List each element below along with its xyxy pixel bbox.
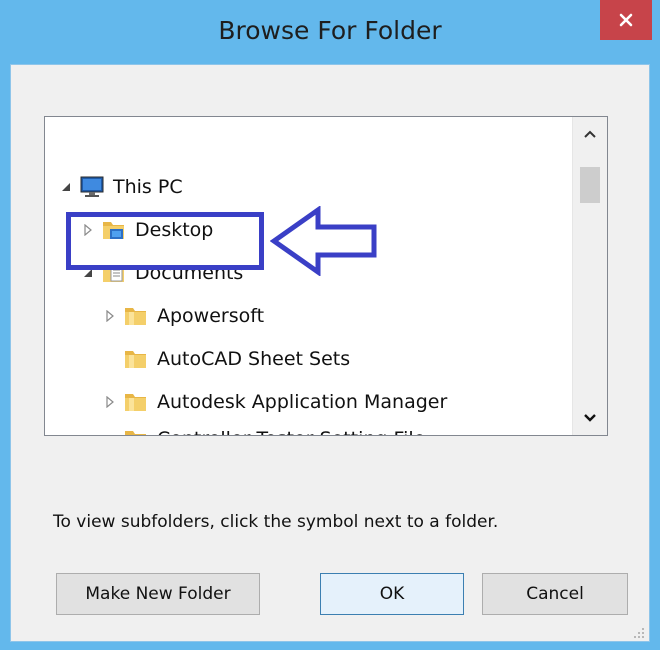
tree-item-autodesk-application-manager[interactable]: Autodesk Application Manager [103, 382, 447, 422]
folder-icon [125, 431, 146, 435]
tree-item-label: Apowersoft [157, 305, 265, 327]
collapsed-arrow-icon[interactable] [103, 309, 117, 323]
ok-button[interactable]: OK [320, 573, 464, 615]
close-icon [619, 13, 633, 27]
resize-grip-icon[interactable] [632, 626, 646, 640]
folder-icon [125, 351, 146, 368]
make-new-folder-button[interactable]: Make New Folder [56, 573, 260, 615]
computer-icon [80, 176, 104, 197]
chevron-down-icon [584, 414, 596, 422]
scroll-thumb[interactable] [580, 167, 600, 203]
tree-item-this-pc[interactable]: This PC [59, 167, 183, 207]
expanded-arrow-icon[interactable] [59, 180, 73, 194]
tree-item-apowersoft[interactable]: Apowersoft [103, 296, 264, 336]
folder-icon [125, 394, 146, 411]
cancel-button[interactable]: Cancel [482, 573, 628, 615]
annotation-highlight-box [66, 212, 264, 270]
folder-icon [125, 308, 146, 325]
tree-item-label: AutoCAD Sheet Sets [157, 348, 351, 370]
scroll-down-button[interactable] [573, 401, 607, 435]
window-title: Browse For Folder [218, 16, 442, 45]
collapsed-arrow-icon[interactable] [103, 395, 117, 409]
instruction-text: To view subfolders, click the symbol nex… [53, 512, 499, 532]
folder-tree[interactable]: This PC Desktop Documents Apowersoft Aut… [44, 116, 608, 436]
tree-item-controller-tester-setting-file[interactable]: Controller Tester Setting File [123, 419, 425, 435]
tree-item-label: Controller Tester Setting File [157, 428, 425, 435]
tree-item-label: This PC [113, 176, 183, 198]
close-button[interactable] [600, 0, 652, 40]
tree-item-autocad-sheet-sets[interactable]: AutoCAD Sheet Sets [123, 339, 350, 379]
title-bar[interactable]: Browse For Folder [0, 0, 660, 64]
annotation-arrow-icon [270, 206, 377, 276]
browse-for-folder-dialog: Browse For Folder This PC Desktop Docume… [0, 0, 660, 650]
vertical-scrollbar[interactable] [572, 117, 607, 435]
chevron-up-icon [584, 130, 596, 138]
scroll-up-button[interactable] [573, 117, 607, 151]
tree-item-label: Autodesk Application Manager [157, 391, 448, 413]
